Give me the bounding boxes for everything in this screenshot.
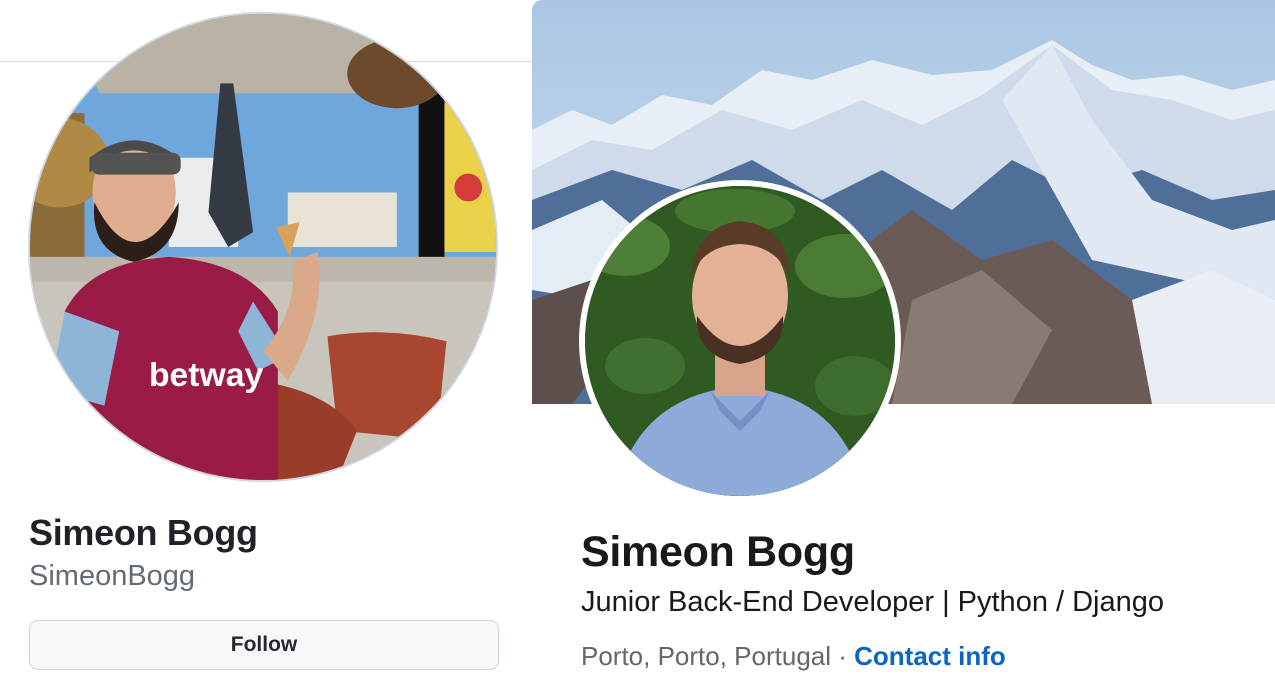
contact-info-link[interactable]: Contact info [854, 641, 1006, 671]
linkedin-profile-card: Simeon Bogg Junior Back-End Developer | … [532, 0, 1275, 690]
linkedin-avatar-photo [585, 186, 895, 496]
github-profile-card: betway Simeon Bogg SimeonBogg Follow [0, 0, 532, 690]
follow-button[interactable]: Follow [29, 620, 499, 670]
github-display-name: Simeon Bogg [29, 512, 258, 553]
linkedin-avatar[interactable] [579, 180, 901, 502]
github-username: SimeonBogg [29, 560, 196, 592]
jersey-text: betway [149, 356, 264, 394]
github-avatar[interactable]: betway [28, 12, 498, 482]
location-row: Porto, Porto, Portugal · Contact info [581, 641, 1006, 672]
location-text: Porto, Porto, Portugal [581, 641, 832, 671]
linkedin-headline: Junior Back-End Developer | Python / Dja… [581, 586, 1165, 618]
linkedin-display-name: Simeon Bogg [581, 528, 855, 576]
separator-dot: · [831, 641, 855, 671]
github-avatar-photo: betway [30, 14, 496, 480]
